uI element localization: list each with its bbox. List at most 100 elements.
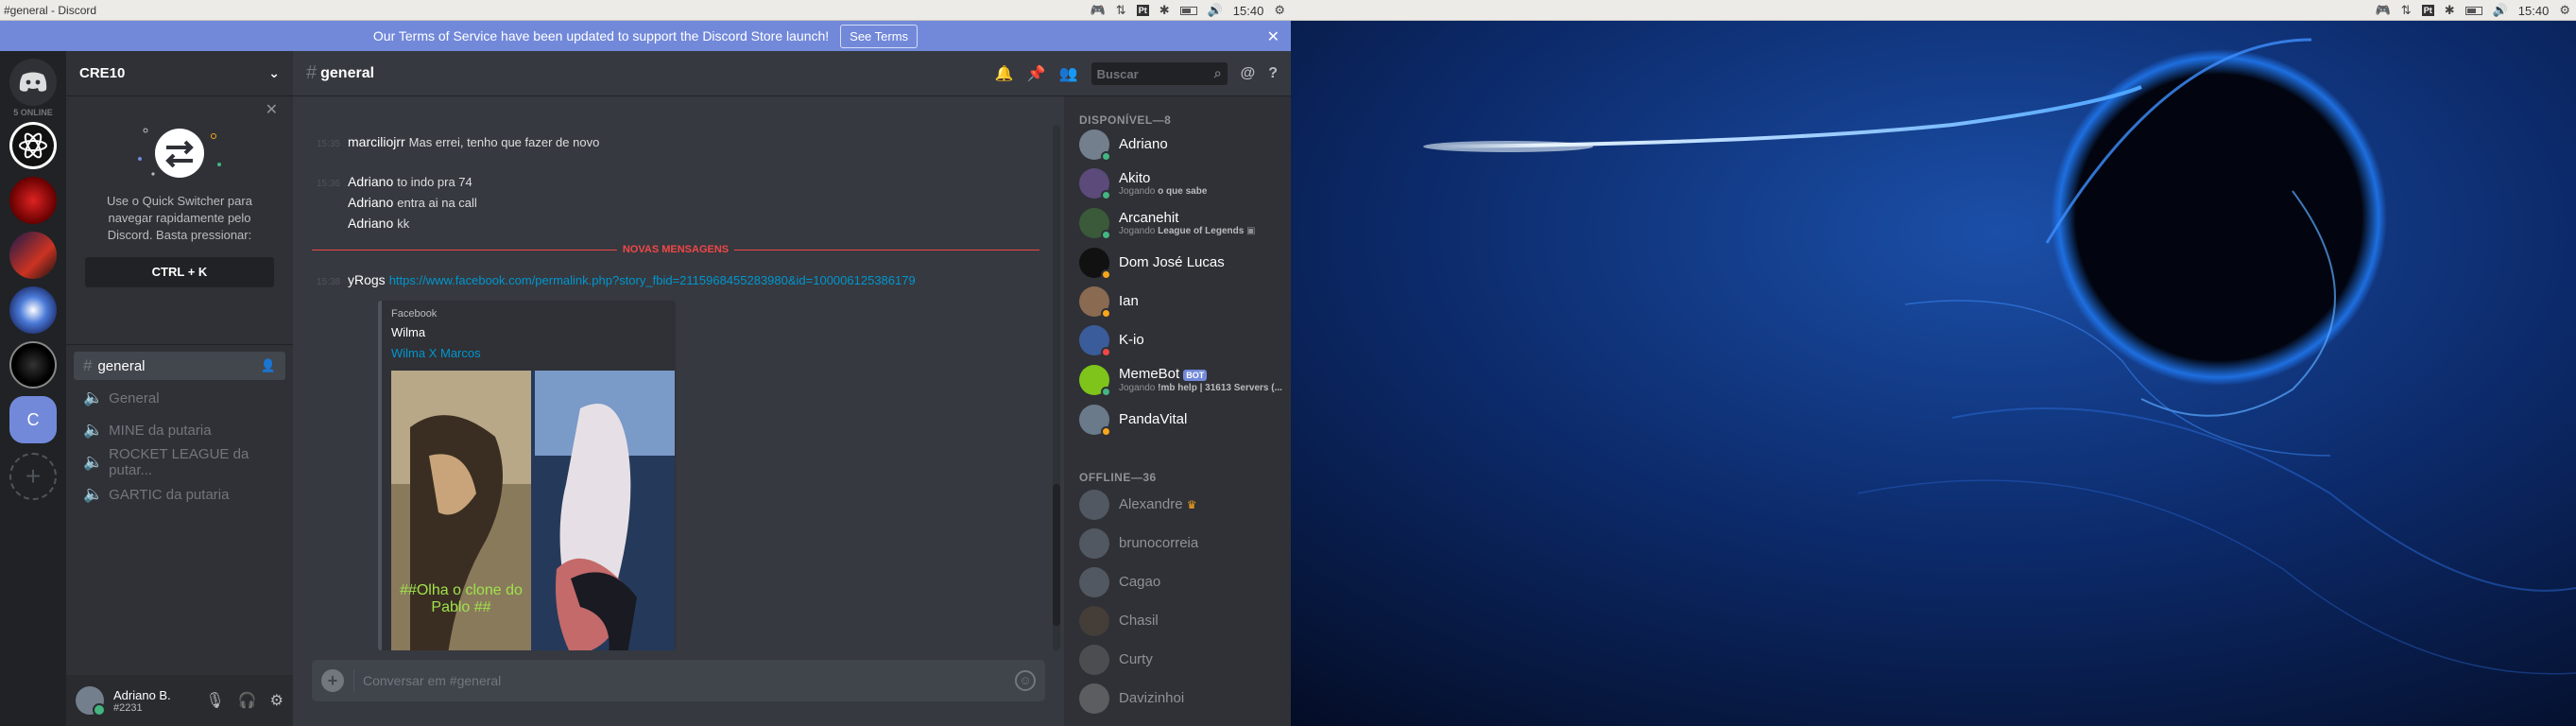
- keyboard-layout-icon[interactable]: Pt: [2421, 5, 2434, 16]
- member-item[interactable]: Curty: [1079, 643, 1287, 677]
- channel-voice-general[interactable]: 🔈 General: [74, 384, 285, 412]
- server-header[interactable]: CRE10 ⌄: [66, 51, 293, 96]
- settings-gear-icon[interactable]: ⚙: [1274, 3, 1285, 18]
- bluetooth-icon[interactable]: ✱: [2445, 3, 2455, 18]
- member-name-text: MemeBot: [1119, 366, 1180, 383]
- embed-subtitle-link[interactable]: Wilma X Marcos: [391, 346, 666, 360]
- member-item[interactable]: MemeBot BOT Jogando !mb help | 31613 Serv…: [1079, 363, 1287, 397]
- close-notice-icon[interactable]: ✕: [1267, 27, 1279, 46]
- server-list: 5 ONLINE C +: [0, 51, 66, 726]
- online-header: DISPONÍVEL—8: [1079, 113, 1172, 127]
- help-icon[interactable]: ?: [1268, 65, 1278, 82]
- emoji-icon[interactable]: ☺: [1015, 670, 1036, 691]
- invite-user-icon[interactable]: 👤: [261, 358, 276, 373]
- avatar: [1079, 365, 1111, 397]
- channel-label: General: [109, 389, 160, 406]
- clock[interactable]: 15:40: [2518, 4, 2550, 18]
- status-online-icon: [1101, 230, 1111, 240]
- keyboard-layout-icon[interactable]: Pt: [1136, 5, 1149, 16]
- member-item[interactable]: PandaVital: [1079, 403, 1287, 437]
- member-list-icon[interactable]: 👥: [1059, 64, 1078, 83]
- activity-prefix: Jogando: [1119, 225, 1156, 236]
- discord-tray-icon[interactable]: 🎮: [2376, 3, 2391, 18]
- channel-sidebar: CRE10 ⌄ ✕ Use o Quick Switcher para nave…: [66, 51, 293, 726]
- message-text: Mas errei, tenho que fazer de novo: [408, 135, 600, 149]
- close-tip-icon[interactable]: ✕: [266, 102, 278, 119]
- pin-icon[interactable]: 📌: [1027, 64, 1046, 83]
- chevron-down-icon[interactable]: ⌄: [268, 65, 280, 81]
- settings-gear-icon[interactable]: ⚙: [2559, 3, 2570, 18]
- message-text: kk: [397, 216, 410, 231]
- member-item[interactable]: K-io: [1079, 323, 1287, 357]
- author-name[interactable]: yRogs: [348, 272, 386, 287]
- author-name[interactable]: Adriano: [348, 195, 393, 210]
- network-icon[interactable]: ⇅: [1116, 3, 1126, 18]
- server-icon-flamengo[interactable]: [9, 177, 57, 224]
- member-item[interactable]: Akito Jogando o que sabe: [1079, 166, 1287, 200]
- embed-image[interactable]: ##Olha o clone do Pablo ##: [391, 371, 675, 650]
- timestamp: 15:36: [316, 179, 340, 189]
- server-icon-atom[interactable]: [9, 122, 57, 169]
- see-terms-button[interactable]: See Terms: [840, 24, 919, 48]
- channel-voice-gartic[interactable]: 🔈 GARTIC da putaria: [74, 480, 285, 509]
- avatar: [1079, 405, 1111, 437]
- server-icon-avatar[interactable]: [9, 286, 57, 334]
- member-item[interactable]: brunocorreia: [1079, 527, 1287, 561]
- avatar[interactable]: [76, 686, 106, 717]
- microphone-icon[interactable]: 🎙: [205, 691, 224, 710]
- member-item[interactable]: Dom José Lucas: [1079, 246, 1287, 280]
- channel-general-text[interactable]: # general 👤: [74, 352, 285, 380]
- member-name: Curty: [1119, 651, 1153, 667]
- volume-icon[interactable]: 🔊: [1208, 3, 1223, 18]
- mention-icon[interactable]: @: [1241, 65, 1256, 82]
- link-embed: Facebook Wilma Wilma X Marcos ##Olha o c…: [378, 301, 676, 650]
- member-item[interactable]: Chasil: [1079, 604, 1287, 638]
- add-server-button[interactable]: +: [9, 453, 57, 500]
- quick-switcher-shortcut[interactable]: CTRL + K: [85, 257, 274, 287]
- search-input[interactable]: Buscar ⌕: [1091, 62, 1228, 85]
- bell-icon[interactable]: 🔔: [995, 64, 1014, 83]
- message: 15:36 Adriano to indo pra 74: [293, 174, 1058, 189]
- server-icon-rocket[interactable]: [9, 232, 57, 279]
- home-button[interactable]: [9, 59, 57, 106]
- volume-icon[interactable]: 🔊: [2493, 3, 2508, 18]
- member-item[interactable]: Alexandre ♛: [1079, 488, 1287, 522]
- battery-icon[interactable]: [1179, 6, 1197, 15]
- divider-label: NOVAS MENSAGENS: [616, 244, 735, 255]
- member-name: Ian: [1119, 293, 1139, 309]
- message-link[interactable]: https://www.facebook.com/permalink.php?s…: [389, 273, 916, 287]
- settings-gear-icon[interactable]: ⚙: [270, 691, 283, 710]
- avatar: [1079, 286, 1111, 319]
- avatar: [1079, 490, 1109, 520]
- bluetooth-icon[interactable]: ✱: [1159, 3, 1170, 18]
- member-name: Arcanehit: [1119, 209, 1179, 226]
- upload-plus-icon[interactable]: +: [321, 669, 344, 692]
- member-item[interactable]: Davizinhoi: [1079, 682, 1287, 716]
- status-online-icon: [1101, 190, 1111, 200]
- compose-divider: [353, 669, 354, 692]
- bot-badge: BOT: [1183, 369, 1208, 381]
- server-icon-selected[interactable]: C: [9, 396, 57, 443]
- clock[interactable]: 15:40: [1233, 4, 1264, 18]
- channel-voice-mine[interactable]: 🔈 MINE da putaria: [74, 416, 285, 444]
- scrollbar-thumb[interactable]: [1053, 484, 1060, 626]
- avatar: [1079, 528, 1109, 559]
- channel-voice-rocket[interactable]: 🔈 ROCKET LEAGUE da putar...: [74, 446, 285, 478]
- author-name[interactable]: Adriano: [348, 216, 393, 231]
- chat-scrollbar[interactable]: [1053, 125, 1060, 650]
- author-name[interactable]: marciliojrr: [348, 134, 405, 149]
- author-name[interactable]: Adriano: [348, 174, 393, 189]
- message-input[interactable]: + Conversar em #general ☺: [312, 660, 1045, 701]
- server-icon-dark[interactable]: [9, 341, 57, 389]
- discord-tray-icon[interactable]: 🎮: [1091, 3, 1106, 18]
- battery-icon[interactable]: [2464, 6, 2482, 15]
- new-messages-divider: NOVAS MENSAGENS: [312, 244, 1039, 255]
- network-icon[interactable]: ⇅: [2401, 3, 2412, 18]
- avatar: [1079, 130, 1111, 162]
- member-item[interactable]: Cagao: [1079, 565, 1287, 599]
- headphones-icon[interactable]: 🎧: [238, 691, 257, 710]
- member-item[interactable]: Adriano: [1079, 128, 1287, 162]
- member-item[interactable]: Ian: [1079, 285, 1287, 319]
- member-item[interactable]: Arcanehit Jogando League of Legends ▣: [1079, 206, 1287, 240]
- channel-title: general: [320, 64, 375, 81]
